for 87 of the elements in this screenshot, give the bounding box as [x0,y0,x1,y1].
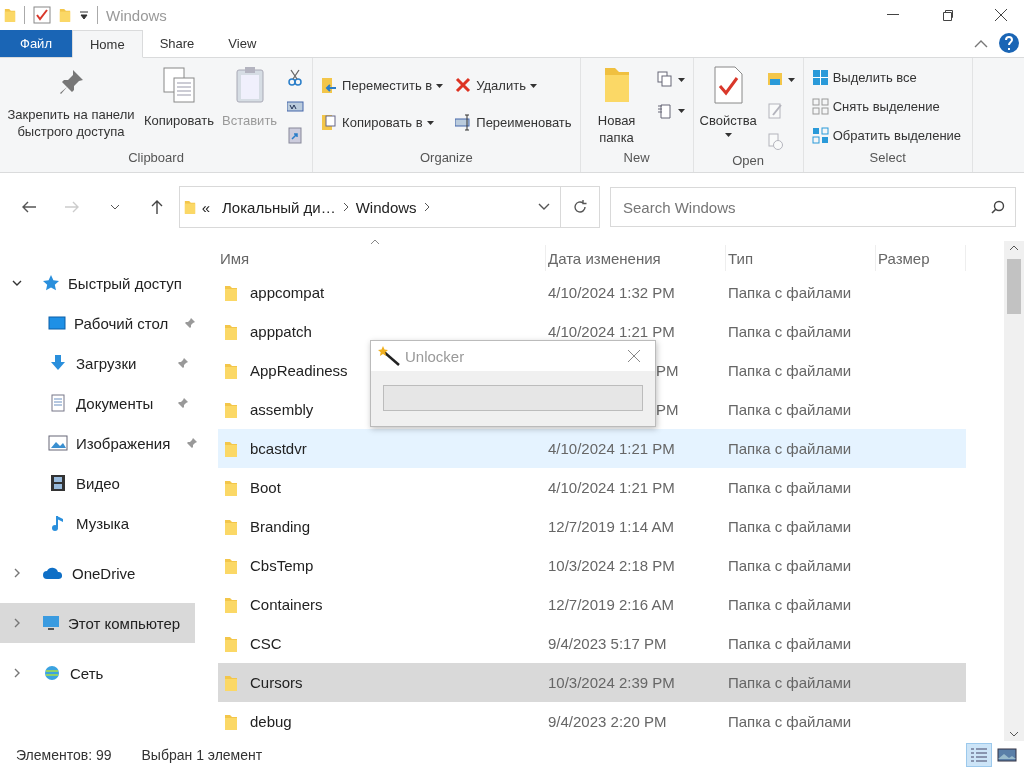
file-row[interactable]: Cursors 10/3/2024 2:39 PM Папка с файлами [218,663,966,702]
file-name: bcastdvr [250,440,307,457]
column-header[interactable]: Имя [218,245,546,271]
file-type: Папка с файлами [728,440,852,457]
file-type: Папка с файлами [728,323,852,340]
file-name: assembly [250,401,314,418]
sidebar-item[interactable]: Сеть [0,653,195,693]
group-label: New [622,150,651,167]
sidebar-item[interactable]: Загрузки [0,343,195,383]
file-row[interactable]: CbsTemp 10/3/2024 2:18 PM Папка с файлами [218,546,966,585]
file-type: Папка с файлами [728,635,852,652]
selection-count: Выбран 1 элемент [141,747,263,763]
file-date: 10/3/2024 2:39 PM [548,674,675,691]
sidebar-item[interactable]: Видео [0,463,195,503]
address-bar[interactable]: « Локальный ди… Windows [178,186,561,228]
ribbon-button[interactable]: Копировать [142,62,216,133]
sidebar-item[interactable]: Быстрый доступ [0,263,195,303]
ribbon-tab[interactable]: Share [142,30,212,57]
file-type: Папка с файлами [728,362,852,379]
file-name: CbsTemp [250,557,314,574]
file-date: 9/4/2023 5:17 PM [548,635,667,652]
file-menu-tab[interactable]: Файл [0,30,72,57]
ribbon-button[interactable]: Переместить в [317,74,448,97]
file-date: 4/10/2024 1:21 PM [548,440,675,457]
file-date: 4/10/2024 1:21 PM [548,479,675,496]
column-header[interactable]: Дата изменения [546,245,726,271]
file-name: Cursors [250,674,303,691]
file-date: 10/3/2024 2:18 PM [548,557,675,574]
file-type: Папка с файлами [728,518,852,535]
ribbon-button[interactable]: Закрепить на панели быстрого доступа [4,62,138,144]
file-type: Папка с файлами [728,479,852,496]
file-row[interactable]: debug 9/4/2023 2:20 PM Папка с файлами [218,702,966,741]
file-date: 4/10/2024 1:32 PM [548,284,675,301]
ribbon-button[interactable]: Переименовать [451,111,576,134]
breadcrumb-item[interactable]: « [195,198,216,216]
file-name: apppatch [250,323,312,340]
group-label: Open [731,153,766,170]
sidebar-item[interactable]: Изображения [0,423,195,463]
ribbon-tab[interactable]: View [211,30,274,57]
sidebar-item[interactable]: OneDrive [0,553,195,593]
file-name: CSC [250,635,282,652]
ribbon-button[interactable]: Снять выделение [807,95,966,118]
column-header[interactable]: Тип [726,245,876,271]
file-name: appcompat [250,284,325,301]
file-date: PM [656,401,679,418]
file-type: Папка с файлами [728,674,852,691]
group-label: Clipboard [127,150,185,167]
file-type: Папка с файлами [728,713,852,730]
file-row[interactable]: appcompat 4/10/2024 1:32 PM Папка с файлами [218,273,966,312]
sidebar-item[interactable]: Музыка [0,503,195,543]
ribbon-tab[interactable]: Home [71,30,143,58]
file-date: 9/4/2023 2:20 PM [548,713,667,730]
ribbon-button[interactable]: Обратить выделение [807,124,966,147]
sidebar-item[interactable]: Документы [0,383,195,423]
file-date: PM [656,362,679,379]
ribbon-button[interactable]: Удалить [451,74,576,97]
window-title: Windows [106,6,167,24]
search-field[interactable]: Search Windows [610,187,1016,227]
group-label: Select [868,150,907,167]
ribbon-button[interactable]: Свойства [697,62,759,141]
file-name: Boot [250,479,281,496]
file-row[interactable]: Branding 12/7/2019 1:14 AM Папка с файлами [218,507,966,546]
column-header[interactable]: Размер [876,245,966,271]
file-type: Папка с файлами [728,557,852,574]
breadcrumb-item[interactable]: Windows [349,198,423,216]
item-count: Элементов: 99 [16,747,112,763]
group-label: Organize [418,150,474,167]
sidebar-item[interactable]: Рабочий стол [0,303,195,343]
file-name: AppReadiness [250,362,348,379]
sidebar-item[interactable]: Этот компьютер [0,603,195,643]
file-type: Папка с файлами [728,401,852,418]
file-type: Папка с файлами [728,596,852,613]
file-type: Папка с файлами [728,284,852,301]
ribbon-button[interactable]: Копировать в [317,111,448,134]
breadcrumb-item[interactable]: Локальный ди… [215,198,342,216]
file-name: Branding [250,518,311,535]
file-date: 4/10/2024 1:21 PM [548,323,675,340]
file-name: debug [250,713,292,730]
file-date: 12/7/2019 1:14 AM [548,518,674,535]
file-row[interactable]: Containers 12/7/2019 2:16 AM Папка с файлами [218,585,966,624]
file-date: 12/7/2019 2:16 AM [548,596,674,613]
ribbon-button[interactable]: Новая папка [584,62,649,150]
file-row[interactable]: bcastdvr 4/10/2024 1:21 PM Папка с файлами [218,429,966,468]
file-row[interactable]: CSC 9/4/2023 5:17 PM Папка с файлами [218,624,966,663]
file-name: Containers [250,596,323,613]
file-row[interactable]: Boot 4/10/2024 1:21 PM Папка с файлами [218,468,966,507]
ribbon-button[interactable]: Выделить все [807,66,966,89]
